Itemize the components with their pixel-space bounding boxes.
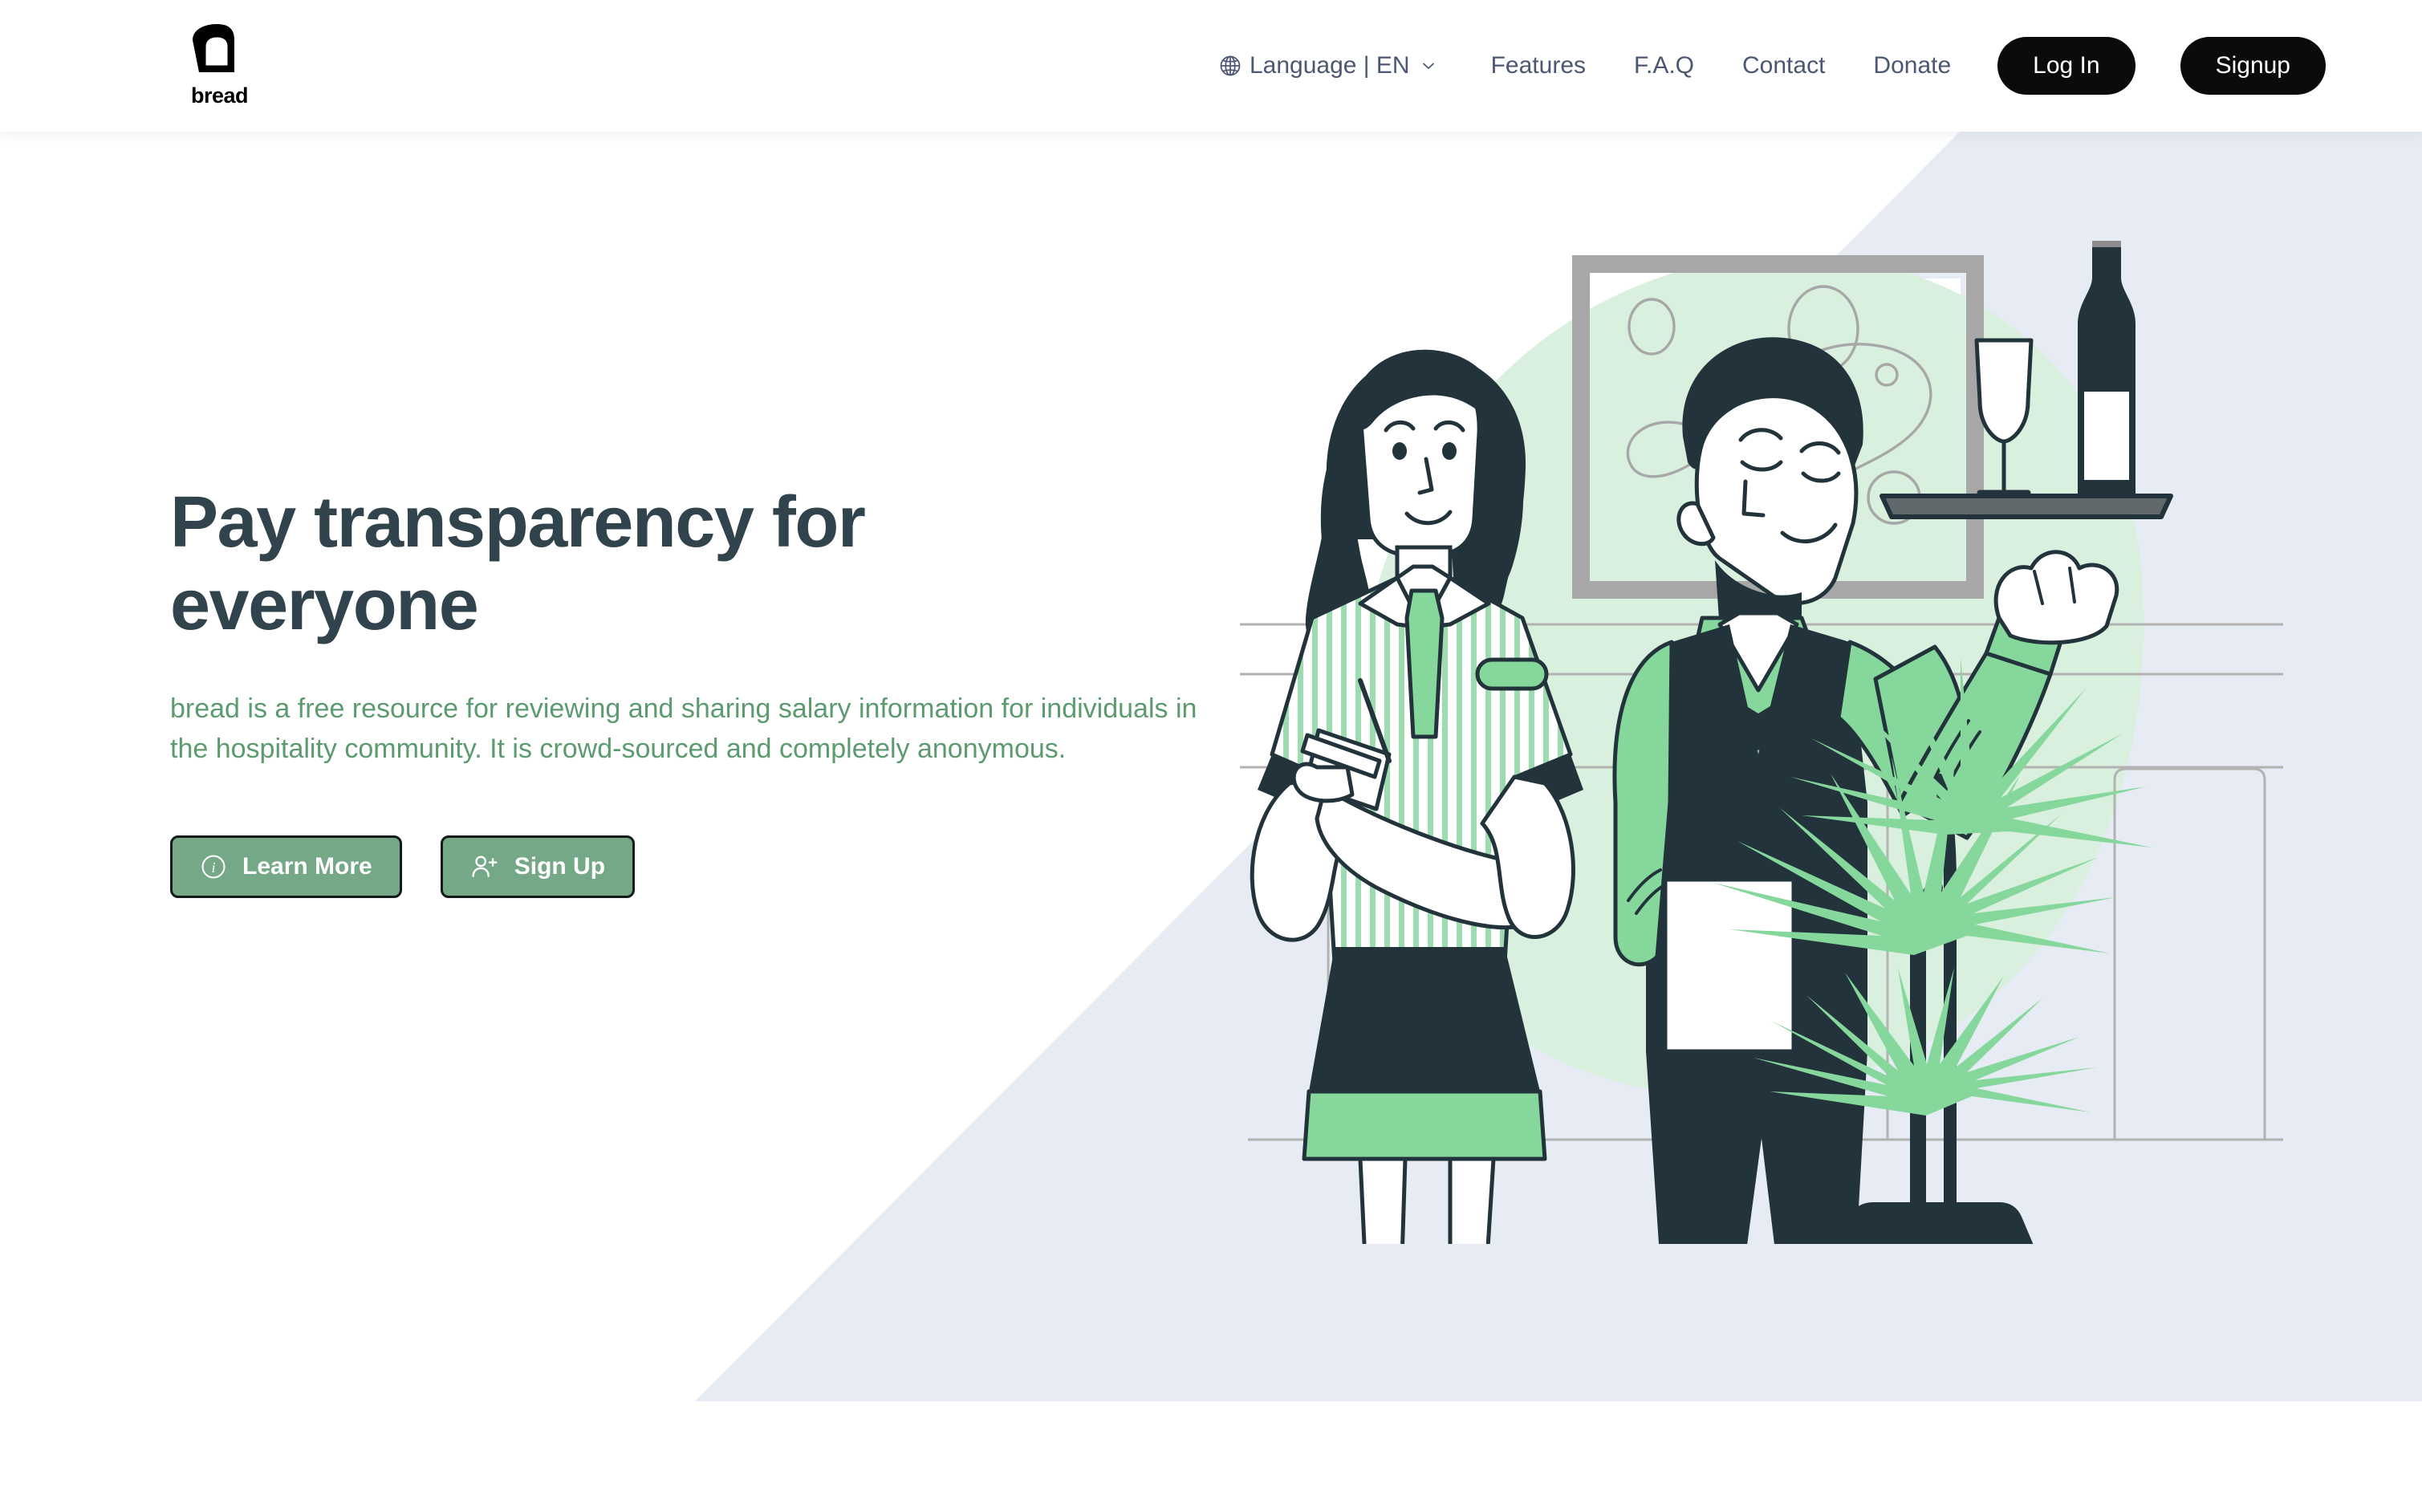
globe-icon: [1220, 55, 1241, 76]
hospitality-illustration-svg: [1240, 241, 2283, 1244]
signup-button[interactable]: Signup: [2180, 37, 2326, 95]
language-selector[interactable]: Language | EN: [1218, 52, 1438, 79]
language-label: Language | EN: [1249, 52, 1410, 79]
page-title: Pay transparency for everyone: [170, 482, 866, 645]
wine-bottle-icon: [2078, 241, 2136, 496]
primary-nav: Language | EN Features F.A.Q Contact Don…: [1218, 0, 2326, 132]
chevron-down-icon: [1422, 63, 1434, 69]
bread-loaf-icon: [193, 24, 234, 72]
sign-up-label: Sign Up: [514, 853, 606, 880]
learn-more-button[interactable]: i Learn More: [170, 835, 402, 899]
info-circle-icon: i: [201, 855, 226, 879]
hero-content: Pay transparency for everyone bread is a…: [170, 482, 1254, 899]
login-button[interactable]: Log In: [1997, 37, 2136, 95]
brand-name: bread: [191, 83, 249, 108]
page-root: bread Language | EN Features F.A.Q Conta…: [0, 0, 2422, 1512]
nav-link-contact[interactable]: Contact: [1742, 52, 1825, 79]
user-plus-icon: [472, 856, 498, 878]
hero-illustration: [1240, 241, 2299, 1244]
site-header: bread Language | EN Features F.A.Q Conta…: [0, 0, 2422, 132]
nav-link-faq[interactable]: F.A.Q: [1634, 52, 1694, 79]
brand-logo[interactable]: bread: [185, 22, 281, 111]
sign-up-button[interactable]: Sign Up: [440, 835, 636, 899]
hero-subtitle: bread is a free resource for reviewing a…: [170, 693, 1197, 765]
hero-actions: i Learn More Sign Up: [170, 835, 1254, 899]
nav-link-features[interactable]: Features: [1491, 52, 1586, 79]
svg-text:i: i: [211, 860, 215, 876]
learn-more-label: Learn More: [242, 853, 372, 880]
nav-link-donate[interactable]: Donate: [1873, 52, 1951, 79]
